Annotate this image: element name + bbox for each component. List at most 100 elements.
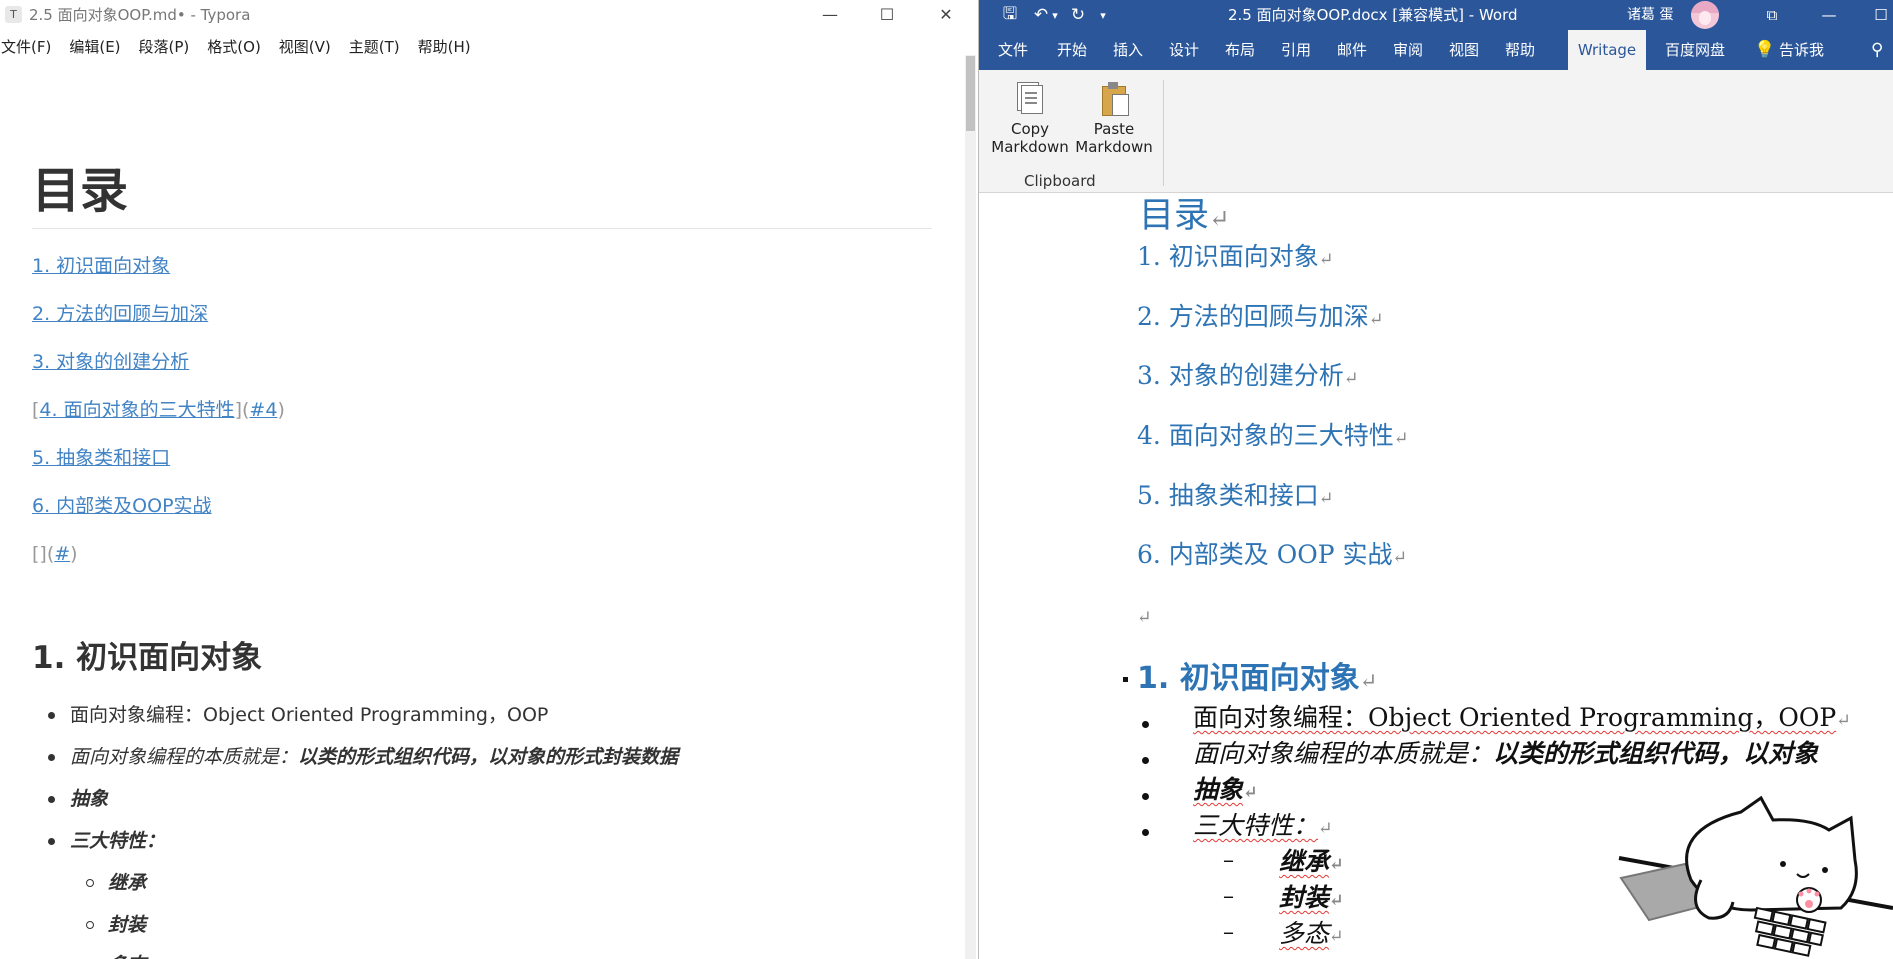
menu-paragraph[interactable]: 段落(P) xyxy=(139,36,190,57)
word-toc-item-2[interactable]: 2. 方法的回顾与加深↵ xyxy=(1137,301,1383,336)
toc-link[interactable]: 1. 初识面向对象 xyxy=(32,255,170,277)
word-sub-item-1: 继承↵ xyxy=(1279,847,1344,876)
menu-format[interactable]: 格式(O) xyxy=(207,36,261,57)
toc-link[interactable]: 3. 对象的创建分析 xyxy=(32,351,189,373)
typora-list-item-3: 抽象 xyxy=(70,788,109,810)
typora-toc-item-5[interactable]: 5. 抽象类和接口 xyxy=(32,444,170,472)
tell-me-search[interactable]: 告诉我 xyxy=(1779,30,1824,70)
sub-bullet-dash: – xyxy=(1223,884,1234,909)
sub-bullet-circle xyxy=(86,879,94,887)
md-bracket: ) xyxy=(277,399,285,421)
copy-markdown-label-2: Markdown xyxy=(991,138,1069,156)
copy-markdown-label-1: Copy xyxy=(1010,120,1050,138)
typora-toc-item-1[interactable]: 1. 初识面向对象 xyxy=(32,252,170,280)
customize-qat-icon[interactable]: ▾ xyxy=(1097,4,1109,26)
menu-edit[interactable]: 编辑(E) xyxy=(69,36,120,57)
md-bracket: ) xyxy=(70,543,78,565)
bullet-dot xyxy=(48,712,55,719)
word-toc-item-1[interactable]: 1. 初识面向对象↵ xyxy=(1137,241,1333,276)
typora-list-item-4: 三大特性： xyxy=(70,830,166,852)
paste-markdown-label-1: Paste xyxy=(1093,120,1135,138)
md-bracket: []( xyxy=(32,543,55,565)
paste-markdown-button[interactable]: Paste Markdown xyxy=(1073,82,1155,156)
ribbon-display-options-icon[interactable]: ⧉ xyxy=(1750,0,1794,30)
typora-close-button[interactable]: ✕ xyxy=(921,0,971,29)
typora-toc-item-3[interactable]: 3. 对象的创建分析 xyxy=(32,348,189,376)
typora-empty-link[interactable]: [](#) xyxy=(32,540,78,568)
word-list-item-1: 面向对象编程：Object Oriented Programming，OOP↵ xyxy=(1193,703,1851,732)
word-heading-toc: 目录↵ xyxy=(1139,196,1230,236)
word-window-title: 2.5 面向对象OOP.docx [兼容模式] - Word xyxy=(1228,6,1518,24)
md-bracket: ]( xyxy=(234,399,250,421)
toc-link[interactable]: 2. 方法的回顾与加深 xyxy=(32,303,208,325)
bullet-dot xyxy=(1142,793,1149,800)
typora-scrollbar-thumb[interactable] xyxy=(966,56,975,131)
undo-dropdown-icon[interactable]: ▾ xyxy=(1049,4,1061,26)
menu-help[interactable]: 帮助(H) xyxy=(418,36,471,57)
typora-maximize-button[interactable]: ☐ xyxy=(862,0,912,29)
word-sub-item-3: 多态↵ xyxy=(1279,919,1344,948)
menu-view[interactable]: 视图(V) xyxy=(279,36,331,57)
sub-bullet-dash: – xyxy=(1223,848,1234,873)
sub-bullet-circle xyxy=(86,921,94,929)
word-ribbon-panel: Copy Markdown Paste Markdown Clipboard xyxy=(979,70,1893,193)
typora-window: T 2.5 面向对象OOP.md• - Typora — ☐ ✕ 文件(F) 编… xyxy=(0,0,978,959)
word-toc-item-4[interactable]: 4. 面向对象的三大特性↵ xyxy=(1137,420,1408,455)
tab-view[interactable]: 视图 xyxy=(1449,30,1479,70)
typora-toc-item-6[interactable]: 6. 内部类及OOP实战 xyxy=(32,492,212,520)
save-icon[interactable]: 🖫 xyxy=(998,4,1022,26)
word-list-item-2: 面向对象编程的本质就是：以类的形式组织代码，以对象 xyxy=(1193,739,1819,768)
user-avatar[interactable] xyxy=(1691,1,1719,29)
tab-design[interactable]: 设计 xyxy=(1169,30,1199,70)
word-list-item-4: 三大特性：↵ xyxy=(1193,811,1333,840)
tab-baidu-netdisk[interactable]: 百度网盘 xyxy=(1665,30,1725,70)
copy-markdown-icon xyxy=(1016,82,1044,116)
bullet-dot xyxy=(1142,757,1149,764)
redo-icon[interactable]: ↻ xyxy=(1066,4,1090,26)
menu-theme[interactable]: 主题(T) xyxy=(349,36,400,57)
typora-heading-toc: 目录 xyxy=(32,163,129,219)
bullet-dot xyxy=(1142,721,1149,728)
typora-sub-item-2: 封装 xyxy=(108,914,147,936)
copy-markdown-button[interactable]: Copy Markdown xyxy=(989,82,1071,156)
typora-toc-item-4[interactable]: [4. 面向对象的三大特性](#4) xyxy=(32,396,285,424)
list-text-italic: 面向对象编程的本质就是： xyxy=(70,746,299,768)
empty-anchor-link[interactable]: # xyxy=(54,543,70,565)
toc-anchor-link[interactable]: #4 xyxy=(249,399,277,421)
heading-collapse-marker[interactable] xyxy=(1123,677,1128,682)
menu-file[interactable]: 文件(F) xyxy=(1,36,51,57)
toc-link[interactable]: 4. 面向对象的三大特性 xyxy=(39,399,234,421)
typora-minimize-button[interactable]: — xyxy=(805,0,855,29)
word-toc-item-3[interactable]: 3. 对象的创建分析↵ xyxy=(1137,360,1358,395)
tab-layout[interactable]: 布局 xyxy=(1225,30,1255,70)
word-minimize-button[interactable]: — xyxy=(1807,0,1851,30)
word-section-heading: 1. 初识面向对象↵ xyxy=(1137,661,1378,696)
typora-sub-item-1: 继承 xyxy=(108,872,147,894)
tab-home[interactable]: 开始 xyxy=(1057,30,1087,70)
typora-toc-item-2[interactable]: 2. 方法的回顾与加深 xyxy=(32,300,208,328)
search-person-icon[interactable]: ⚲ xyxy=(1871,30,1883,70)
word-toc-item-6[interactable]: 6. 内部类及 OOP 实战↵ xyxy=(1137,539,1407,574)
typora-scrollbar[interactable] xyxy=(965,55,976,959)
tab-writage[interactable]: Writage xyxy=(1568,30,1646,70)
bullet-dot xyxy=(48,796,55,803)
tab-review[interactable]: 审阅 xyxy=(1393,30,1423,70)
word-maximize-button[interactable]: ☐ xyxy=(1859,0,1893,30)
word-empty-paragraph[interactable]: ↵ xyxy=(1137,599,1152,634)
word-ribbon-tabs: 文件 开始 插入 设计 布局 引用 邮件 审阅 视图 帮助 Writage 百度… xyxy=(979,30,1893,70)
bullet-dot xyxy=(1142,829,1149,836)
tab-file[interactable]: 文件 xyxy=(998,30,1028,70)
tab-references[interactable]: 引用 xyxy=(1281,30,1311,70)
typora-menu-bar: 文件(F) 编辑(E) 段落(P) 格式(O) 视图(V) 主题(T) 帮助(H… xyxy=(0,33,489,59)
word-toc-item-5[interactable]: 5. 抽象类和接口↵ xyxy=(1137,480,1333,515)
lightbulb-icon[interactable]: 💡 xyxy=(1754,30,1775,70)
sub-bullet-dash: – xyxy=(1223,920,1234,945)
toc-link[interactable]: 6. 内部类及OOP实战 xyxy=(32,495,212,517)
clipboard-group-label: Clipboard xyxy=(1024,172,1096,190)
typora-list-item-1: 面向对象编程：Object Oriented Programming，OOP xyxy=(70,704,549,726)
tab-help[interactable]: 帮助 xyxy=(1505,30,1535,70)
toc-link[interactable]: 5. 抽象类和接口 xyxy=(32,447,170,469)
tab-insert[interactable]: 插入 xyxy=(1113,30,1143,70)
word-user-name[interactable]: 诸葛 蛋 xyxy=(1627,0,1673,30)
tab-mailings[interactable]: 邮件 xyxy=(1337,30,1367,70)
